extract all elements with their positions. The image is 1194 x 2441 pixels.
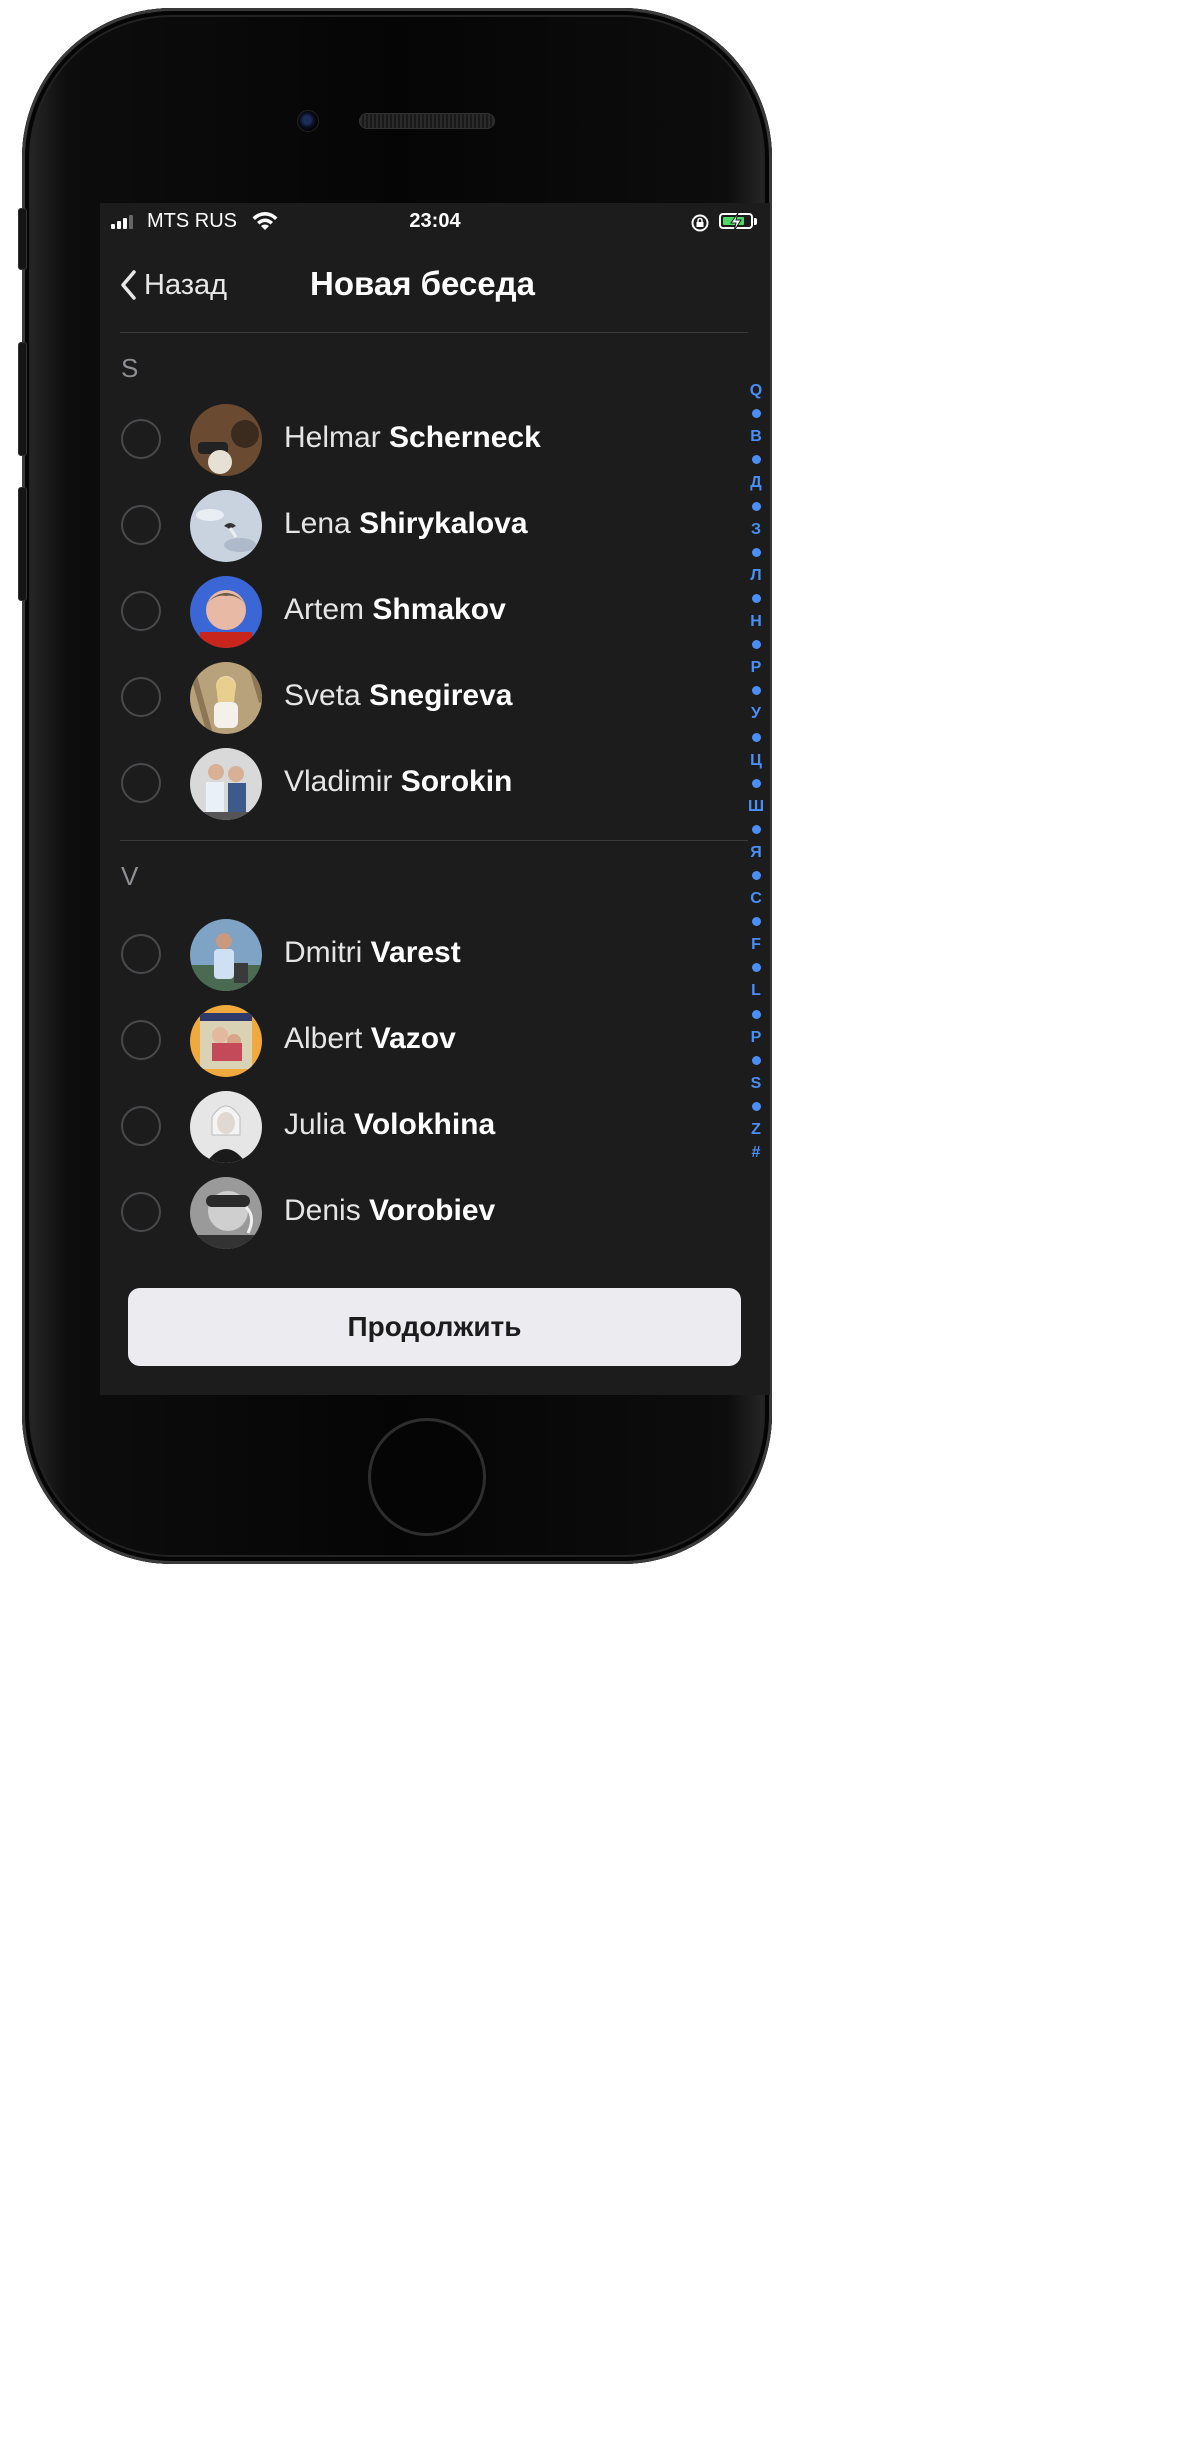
index-letter[interactable]: В xyxy=(750,425,762,448)
home-button[interactable] xyxy=(368,1418,486,1536)
index-letter[interactable]: Ц xyxy=(750,749,762,772)
index-letter[interactable]: F xyxy=(751,933,761,956)
contact-row[interactable]: Denis Vorobiev xyxy=(100,1170,740,1256)
header-divider xyxy=(120,332,748,333)
contact-row[interactable]: Dmitri Varest xyxy=(100,912,740,998)
select-radio[interactable] xyxy=(121,1192,161,1232)
avatar xyxy=(190,1177,262,1249)
index-dot[interactable] xyxy=(751,593,761,603)
index-letter[interactable]: У xyxy=(751,702,761,725)
index-dot[interactable] xyxy=(751,1009,761,1019)
index-dot[interactable] xyxy=(751,1055,761,1065)
contact-row[interactable]: Helmar Scherneck xyxy=(100,397,740,483)
select-radio[interactable] xyxy=(121,419,161,459)
contact-name: Helmar Scherneck xyxy=(284,421,541,454)
contact-name: Vladimir Sorokin xyxy=(284,765,513,798)
contact-name: Denis Vorobiev xyxy=(284,1194,496,1227)
index-dot[interactable] xyxy=(751,640,761,650)
contact-row[interactable]: Lena Shirykalova xyxy=(100,483,740,569)
index-letter[interactable]: Д xyxy=(750,471,761,494)
status-bar: MTS RUS 23:04 xyxy=(100,203,770,243)
index-dot[interactable] xyxy=(751,547,761,557)
contact-name: Lena Shirykalova xyxy=(284,507,528,540)
back-button[interactable]: Назад xyxy=(120,265,227,305)
avatar xyxy=(190,662,262,734)
avatar xyxy=(190,748,262,820)
contact-name: Artem Shmakov xyxy=(284,593,506,626)
select-radio[interactable] xyxy=(121,934,161,974)
contact-name: Albert Vazov xyxy=(284,1022,456,1055)
index-dot[interactable] xyxy=(751,824,761,834)
index-dot[interactable] xyxy=(751,778,761,788)
index-letter[interactable]: # xyxy=(752,1141,761,1164)
index-letter[interactable]: L xyxy=(751,979,761,1002)
select-radio[interactable] xyxy=(121,677,161,717)
select-radio[interactable] xyxy=(121,591,161,631)
index-letter[interactable]: P xyxy=(751,1026,762,1049)
section-header-s: S xyxy=(121,353,139,383)
contact-name: Julia Volokhina xyxy=(284,1108,496,1141)
avatar xyxy=(190,1091,262,1163)
contact-row[interactable]: Julia Volokhina xyxy=(100,1084,740,1170)
avatar xyxy=(190,404,262,476)
index-dot[interactable] xyxy=(751,501,761,511)
index-letter[interactable]: S xyxy=(751,1072,762,1095)
section-divider xyxy=(120,840,748,841)
rotation-lock-icon xyxy=(691,214,709,232)
contact-row[interactable]: Artem Shmakov xyxy=(100,569,740,655)
index-letter[interactable]: C xyxy=(750,887,762,910)
index-letter[interactable]: Z xyxy=(751,1118,761,1141)
page-title: Новая беседа xyxy=(310,265,535,302)
continue-button[interactable]: Продолжить xyxy=(128,1288,741,1366)
index-dot[interactable] xyxy=(751,963,761,973)
index-dot[interactable] xyxy=(751,409,761,419)
index-letter[interactable]: Я xyxy=(750,841,762,864)
chevron-left-icon xyxy=(121,270,136,300)
index-dot[interactable] xyxy=(751,871,761,881)
select-radio[interactable] xyxy=(121,763,161,803)
contact-row[interactable]: Albert Vazov xyxy=(100,998,740,1084)
index-letter[interactable]: Н xyxy=(750,610,762,633)
index-letter[interactable]: Ш xyxy=(748,795,764,818)
charging-bolt-icon xyxy=(730,212,742,232)
avatar xyxy=(190,1005,262,1077)
index-dot[interactable] xyxy=(751,732,761,742)
volume-down-button[interactable] xyxy=(18,487,27,601)
phone-frame: MTS RUS 23:04 Назад Новая беседа S Helma… xyxy=(22,8,772,1564)
contact-row[interactable]: Vladimir Sorokin xyxy=(100,741,740,827)
back-label: Назад xyxy=(144,268,228,301)
select-radio[interactable] xyxy=(121,505,161,545)
volume-up-button[interactable] xyxy=(18,342,27,456)
contact-name: Sveta Snegireva xyxy=(284,679,513,712)
section-header-v: V xyxy=(121,861,139,891)
index-dot[interactable] xyxy=(751,917,761,927)
avatar xyxy=(190,576,262,648)
index-letter[interactable]: З xyxy=(751,518,761,541)
index-dot[interactable] xyxy=(751,686,761,696)
select-radio[interactable] xyxy=(121,1106,161,1146)
navigation-bar: Назад Новая беседа xyxy=(100,253,770,313)
index-dot[interactable] xyxy=(751,1102,761,1111)
mute-switch[interactable] xyxy=(18,208,27,270)
front-camera xyxy=(297,110,319,132)
status-time: 23:04 xyxy=(409,210,461,232)
contact-name: Dmitri Varest xyxy=(284,936,461,969)
select-radio[interactable] xyxy=(121,1020,161,1060)
section-index[interactable]: Q В Д З Л Н Р У Ц Ш Я C F L P S Z # xyxy=(745,379,767,1164)
index-letter[interactable]: Л xyxy=(750,564,761,587)
contact-row[interactable]: Sveta Snegireva xyxy=(100,655,740,741)
index-letter[interactable]: Р xyxy=(751,656,762,679)
earpiece-speaker xyxy=(359,113,495,129)
screen: MTS RUS 23:04 Назад Новая беседа S Helma… xyxy=(100,203,770,1395)
battery-nub xyxy=(754,218,757,225)
index-dot[interactable] xyxy=(751,455,761,465)
index-letter[interactable]: Q xyxy=(750,379,762,402)
avatar xyxy=(190,919,262,991)
avatar xyxy=(190,490,262,562)
